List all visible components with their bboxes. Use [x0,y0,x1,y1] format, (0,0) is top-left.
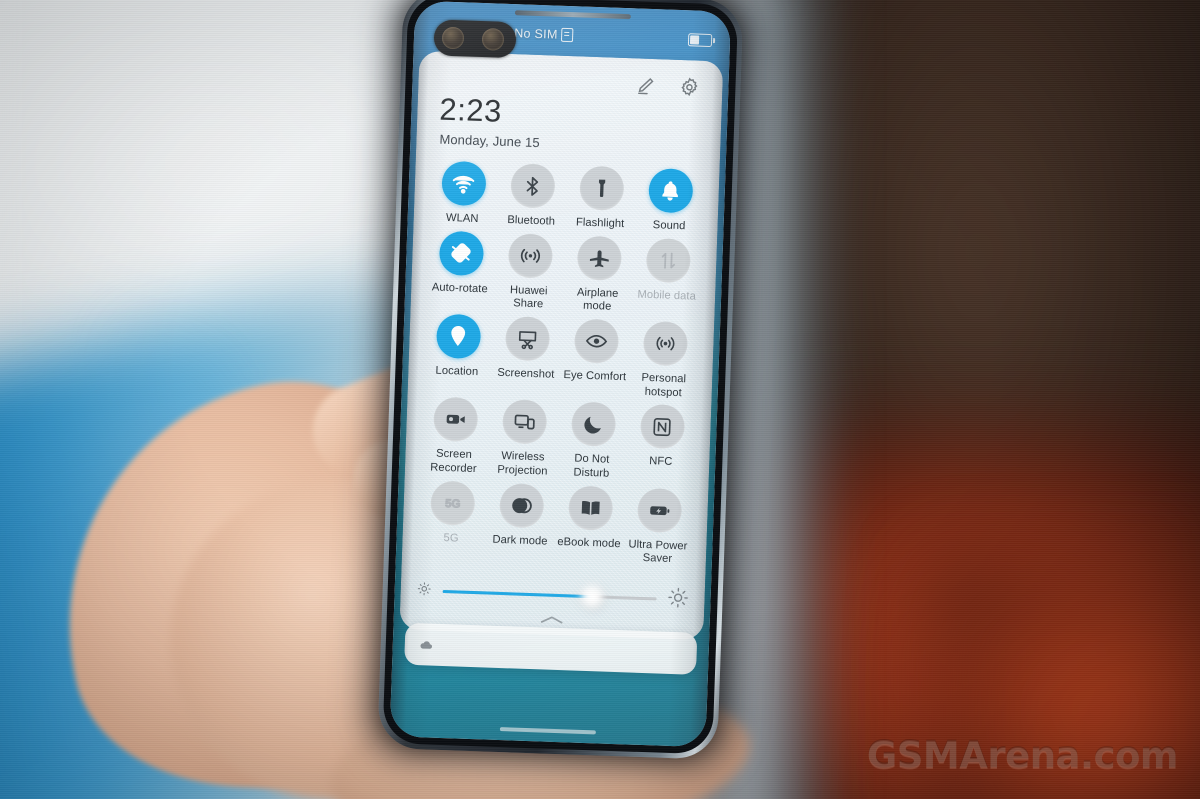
brightness-thumb[interactable] [576,581,608,613]
mobile-data-arrows-icon [645,237,691,284]
screenshot-icon [504,315,550,362]
airplane-icon [576,235,622,281]
sim-card-icon [561,27,574,43]
quick-tile-label: 5G [443,531,459,545]
quick-tile-flashlight[interactable]: Flashlight [565,165,636,234]
quick-tile-ebook-mode[interactable]: eBook mode [554,484,626,567]
bell-sound-icon [647,167,694,214]
quick-tile-label: Flashlight [575,216,625,231]
quick-tile-personal-hotspot[interactable]: Personal hotspot [628,320,700,403]
battery-fill [689,34,700,45]
cloud-weather-icon [419,637,435,653]
hotspot-icon [642,320,688,367]
clock-time: 2:23 [438,91,503,129]
punch-hole-camera-cutout [433,19,517,59]
quick-tile-label: Airplane mode [576,286,619,314]
quick-tile-airplane-mode[interactable]: Airplane mode [562,235,634,318]
moon-icon [570,401,616,448]
phone-screen: No SIM 2:23 Monday, June 15 WLAN Bluetoo… [389,0,732,748]
flashlight-icon [578,165,625,212]
brightness-track[interactable] [442,581,657,613]
quick-tile-label: Auto-rotate [431,281,488,296]
open-book-icon [567,484,613,531]
quick-tile-nfc[interactable]: NFC [626,404,698,487]
quick-tile-label: Location [435,364,479,379]
control-panel: 2:23 Monday, June 15 WLAN Bluetooth Flashl… [399,50,724,641]
quick-tile-wlan[interactable]: WLAN [427,160,498,229]
status-bar-sim-label: No SIM [513,26,558,42]
video-camera-icon [432,396,478,443]
quick-tile-mobile-data[interactable]: Mobile data [631,237,703,320]
smartphone: No SIM 2:23 Monday, June 15 WLAN Bluetoo… [360,0,762,773]
quick-tile-ultra-power-saver[interactable]: Ultra Power Saver [623,487,695,570]
quick-tile-screenshot[interactable]: Screenshot [491,315,563,399]
quick-tile-screen-recorder[interactable]: Screen Recorder [419,396,491,479]
quick-tile-label: eBook mode [557,535,621,550]
quick-tile-label: NFC [649,455,673,469]
quick-tile-eye-comfort[interactable]: Eye Comfort [560,318,632,401]
quick-tile-label: Personal hotspot [641,371,687,399]
quick-tile-label: Screenshot [497,366,555,381]
quick-tile-auto-rotate[interactable]: Auto-rotate [424,230,496,313]
contrast-circle-icon [498,482,544,529]
bluetooth-icon [509,163,556,209]
quick-tile-5g[interactable]: 5G 5G [416,480,488,563]
auto-rotate-icon [438,230,484,276]
sun-large-icon [667,587,689,614]
quick-tile-wireless-projection[interactable]: Wireless Projection [488,399,560,482]
battery-bolt-icon [636,487,682,533]
gear-settings-icon[interactable] [678,76,701,99]
quick-tile-label: Ultra Power Saver [628,538,688,566]
quick-tile-label: Eye Comfort [563,369,627,384]
eye-icon [573,318,619,364]
clock-date: Monday, June 15 [439,131,540,151]
gsmarena-watermark: GSMArena.com [866,734,1179,777]
quick-tile-label: Wireless Projection [497,450,548,478]
quick-tile-label: Sound [652,219,686,233]
svg-text:5G: 5G [444,498,460,511]
quick-tile-label: Dark mode [492,533,548,548]
brightness-fill [442,590,593,599]
front-camera-lens-primary [441,26,465,50]
quick-tile-do-not-disturb[interactable]: Do Not Disturb [557,401,629,484]
quick-settings-grid: WLAN Bluetooth Flashlight Sound Auto-rotate H… [416,160,706,569]
nfc-icon [639,404,685,450]
quick-tile-label: WLAN [445,211,479,225]
huawei-share-icon [507,232,553,279]
quick-tile-dark-mode[interactable]: Dark mode [485,482,557,565]
photograph: No SIM 2:23 Monday, June 15 WLAN Bluetoo… [0,0,1200,799]
quick-tile-bluetooth[interactable]: Bluetooth [496,163,567,232]
quick-tile-location[interactable]: Location [422,313,494,396]
quick-tile-label: Screen Recorder [430,447,477,476]
front-camera-lens-secondary [481,28,505,51]
cast-screen-icon [501,399,547,445]
quick-tile-label: Do Not Disturb [573,452,610,480]
location-pin-icon [435,313,481,360]
sun-small-icon [416,581,432,602]
wifi-icon [440,160,487,207]
battery-half-icon [687,32,713,47]
quick-tile-label: Huawei Share [509,283,548,311]
quick-tile-label: Bluetooth [507,214,556,228]
status-bar-right [687,32,713,47]
quick-tile-label: Mobile data [637,288,697,303]
quick-tile-sound[interactable]: Sound [634,167,705,236]
quick-tile-huawei-share[interactable]: Huawei Share [493,232,565,315]
five-g-icon: 5G [429,480,476,526]
pencil-edit-icon[interactable] [634,74,657,97]
